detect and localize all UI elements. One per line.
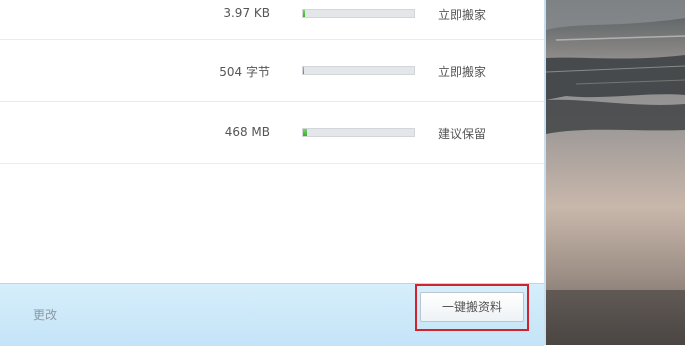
usage-bar-fill xyxy=(303,10,305,17)
advice-label[interactable]: 立即搬家 xyxy=(438,63,486,80)
footer-bar: 更改 一键搬资料 xyxy=(0,283,544,346)
one-click-move-button[interactable]: 一键搬资料 xyxy=(420,292,524,322)
usage-bar xyxy=(302,9,415,18)
usage-bar xyxy=(302,128,415,137)
file-list-panel: 3.97 KB 立即搬家 504 字节 立即搬家 468 MB 建议保留 更改 … xyxy=(0,0,544,346)
file-row: 468 MB 建议保留 xyxy=(0,101,544,164)
file-size: 468 MB xyxy=(224,125,270,139)
file-row: 3.97 KB 立即搬家 xyxy=(0,0,544,40)
usage-bar-fill xyxy=(303,67,305,74)
usage-bar xyxy=(302,66,415,75)
advice-label[interactable]: 立即搬家 xyxy=(438,6,486,23)
change-link[interactable]: 更改 xyxy=(33,306,57,323)
file-size: 504 字节 xyxy=(219,65,270,79)
file-size: 3.97 KB xyxy=(223,6,270,20)
usage-bar-fill xyxy=(303,129,308,136)
advice-label[interactable]: 建议保留 xyxy=(438,125,486,142)
lake-landscape-image xyxy=(546,0,685,345)
file-row: 504 字节 立即搬家 xyxy=(0,39,544,102)
